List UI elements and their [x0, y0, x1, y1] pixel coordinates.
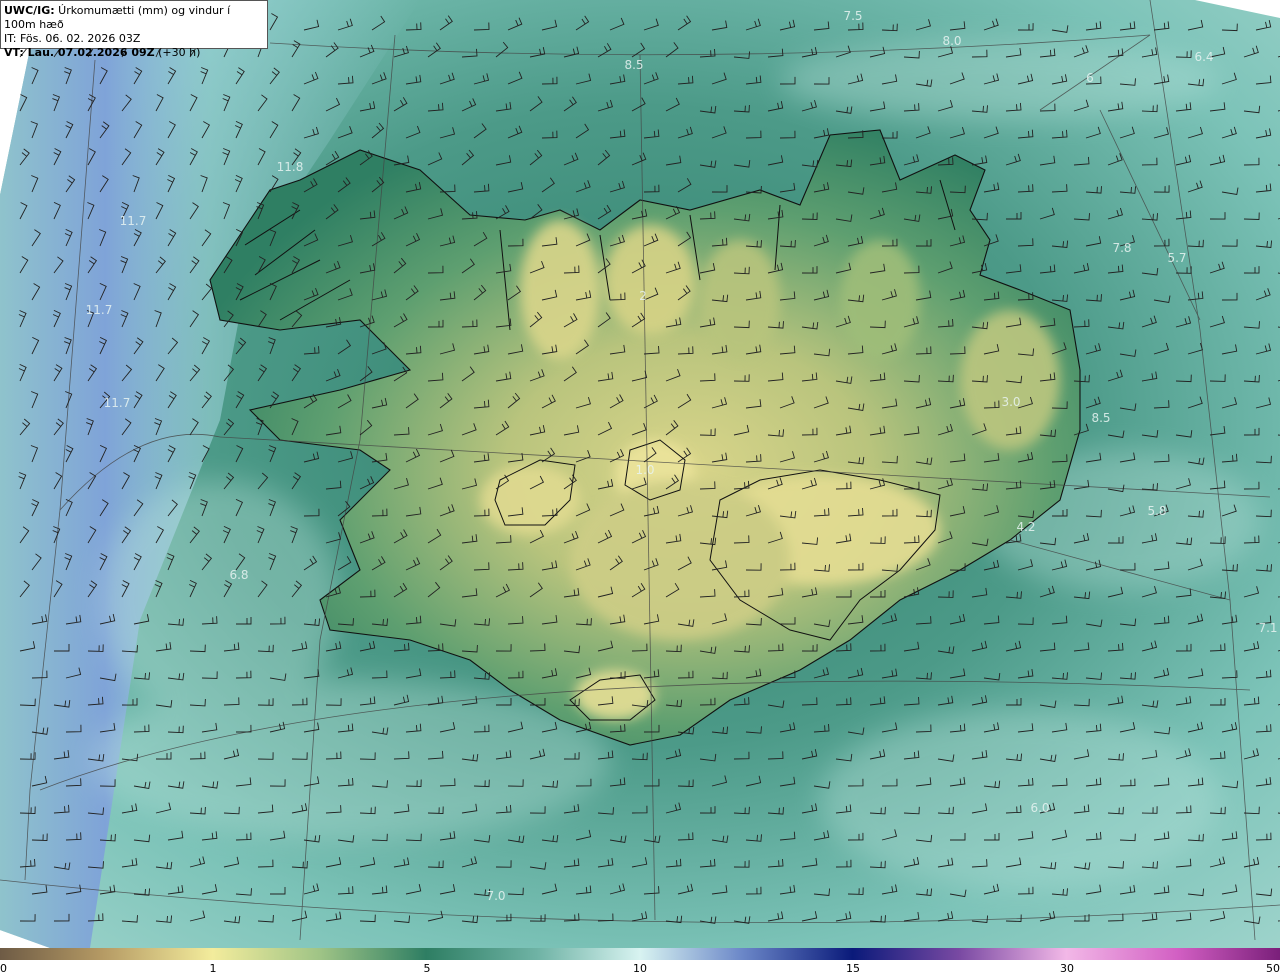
- station-value: 6.0: [1030, 801, 1049, 815]
- station-value: 7.8: [1112, 241, 1131, 255]
- station-value: 3.0: [1001, 395, 1020, 409]
- station-value: 11.7: [104, 396, 131, 410]
- station-value: 11.7: [86, 303, 113, 317]
- colorbar-tick-label: 0: [0, 962, 7, 975]
- title-box: UWC/IG: Úrkomumætti (mm) og vindur í 100…: [0, 0, 268, 59]
- station-value: 8.0: [942, 34, 961, 48]
- colorbar-tick-label: 1: [209, 962, 217, 975]
- colorbar-labels: 0 1 5 10 15 30 50: [0, 962, 1280, 978]
- station-value: 7.1: [1258, 621, 1277, 635]
- colorbar: [0, 948, 1280, 960]
- station-value: 2: [639, 289, 647, 303]
- valid-time: VT: Lau. 07.02.2026 09Z (+30 h): [4, 46, 201, 59]
- station-value: 5.7: [1167, 251, 1186, 265]
- precipitation-map: 7.5 8.0 6.4 8.5 6 11.8 11.7 7.8 5.7 11.7 2 11.7 3.0 8…: [0, 0, 1280, 948]
- station-value: 7.0: [486, 889, 505, 903]
- init-time: IT: Fös. 06. 02. 2026 03Z: [4, 32, 141, 45]
- map-stage: 7.5 8.0 6.4 8.5 6 11.8 11.7 7.8 5.7 11.7 2 11.7 3.0 8…: [0, 0, 1280, 978]
- chart-title: UWC/IG: Úrkomumætti (mm) og vindur í 100…: [4, 4, 231, 31]
- station-value: 8.5: [624, 58, 643, 72]
- colorbar-tick-label: 5: [423, 962, 431, 975]
- station-value: 5.8: [1147, 504, 1166, 518]
- station-value: 6: [1086, 71, 1094, 85]
- colorbar-tick-label: 30: [1060, 962, 1074, 975]
- colorbar-tick-label: 50: [1266, 962, 1280, 975]
- station-value: 7.5: [843, 9, 862, 23]
- colorbar-tick-label: 15: [846, 962, 860, 975]
- colorbar-tick-label: 10: [633, 962, 647, 975]
- station-value: 4.2: [1016, 520, 1035, 534]
- station-value: 6.8: [229, 568, 248, 582]
- station-value: 6.4: [1194, 50, 1213, 64]
- station-value: 8.5: [1091, 411, 1110, 425]
- station-value: 1.0: [635, 463, 654, 477]
- station-value: 11.8: [277, 160, 304, 174]
- station-value: 11.7: [120, 214, 147, 228]
